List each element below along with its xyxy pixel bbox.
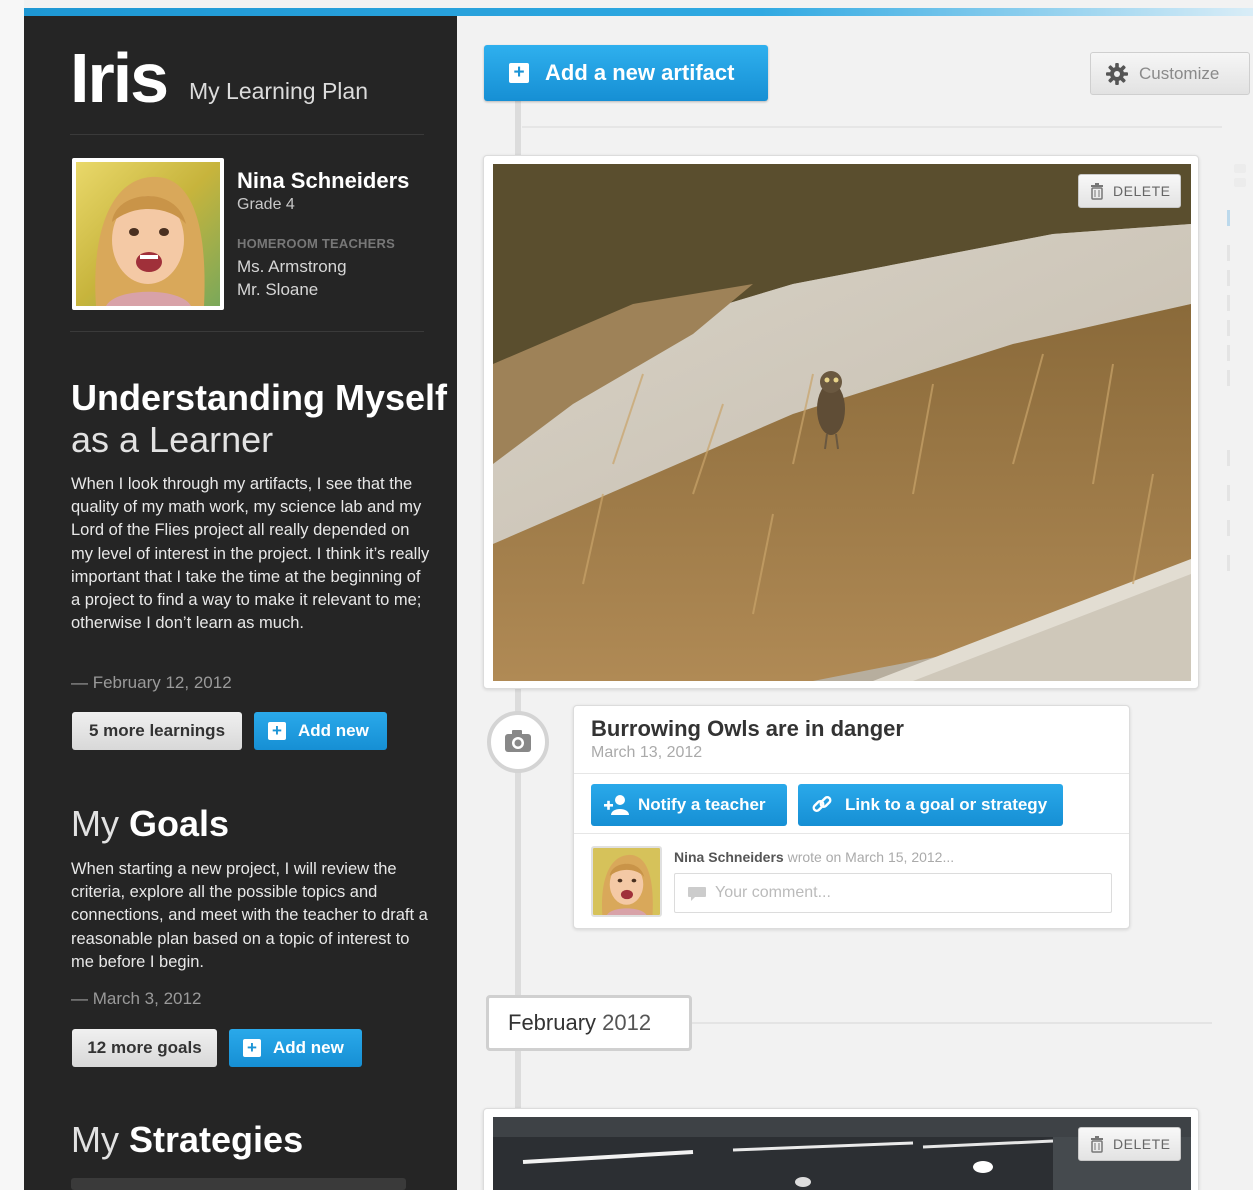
right-filter-column (1222, 150, 1253, 600)
artifact-date: March 13, 2012 (591, 744, 703, 761)
comment-author: Nina Schneiders (674, 849, 784, 865)
student-grade: Grade 4 (237, 196, 295, 213)
customize-button[interactable]: Customize (1090, 52, 1250, 95)
learner-heading-light: as a Learner (71, 419, 274, 460)
filter-tick (1227, 270, 1230, 286)
plus-icon: + (243, 1039, 261, 1057)
divider (574, 773, 1129, 774)
artifact-photo[interactable] (493, 164, 1191, 681)
plus-icon: + (268, 722, 286, 740)
divider (70, 134, 424, 135)
strategies-heading-light: My (71, 1119, 119, 1160)
delete-label: DELETE (1113, 1136, 1171, 1152)
learner-date: — February 12, 2012 (71, 673, 232, 692)
speech-bubble-icon (688, 887, 706, 901)
comment-meta: Nina Schneiders wrote on March 15, 2012.… (674, 849, 954, 865)
divider (70, 331, 424, 332)
filter-tick (1227, 320, 1230, 336)
filter-tick (1227, 485, 1230, 501)
divider (574, 833, 1129, 834)
goals-heading-light: My (71, 803, 119, 844)
separator (522, 126, 1222, 128)
comment-input[interactable]: Your comment... (674, 873, 1112, 913)
month-label: February 2012 (486, 995, 692, 1051)
learner-text: When I look through my artifacts, I see … (71, 475, 430, 633)
strategies-heading: My Strategies (71, 1119, 303, 1161)
add-learning-button[interactable]: + Add new (254, 712, 387, 750)
filter-tick (1227, 345, 1230, 361)
student-photo (76, 162, 220, 306)
camera-badge (487, 711, 549, 773)
learner-heading-bold: Understanding Myself (71, 377, 448, 418)
notify-teacher-label: Notify a teacher (638, 795, 766, 814)
add-artifact-button[interactable]: + Add a new artifact (484, 45, 768, 101)
add-user-icon (604, 795, 629, 815)
plus-icon: + (509, 63, 529, 83)
goals-heading-bold: Goals (129, 803, 230, 844)
page: Iris My Learning Plan Nina Schneiders Gr… (0, 0, 1253, 1190)
customize-label: Customize (1139, 64, 1220, 83)
comment-placeholder: Your comment... (715, 884, 831, 901)
goals-date: — March 3, 2012 (71, 989, 202, 1008)
month-line (692, 1022, 1212, 1024)
more-learnings-button[interactable]: 5 more learnings (72, 712, 242, 750)
owl-photo (493, 164, 1191, 681)
delete-label: DELETE (1113, 183, 1171, 199)
trash-icon (1091, 183, 1103, 200)
filter-text (1234, 178, 1246, 187)
app-title: Iris (70, 39, 169, 117)
teachers-label: HOMEROOM TEACHERS (237, 236, 395, 251)
filter-tick (1227, 295, 1230, 311)
add-goal-button[interactable]: + Add new (229, 1029, 362, 1067)
student-name: Nina Schneiders (237, 168, 410, 193)
goals-heading: My Goals (71, 803, 229, 845)
sidebar: Iris My Learning Plan Nina Schneiders Gr… (24, 16, 457, 1190)
trash-icon (1091, 1136, 1103, 1153)
student-avatar[interactable] (72, 158, 224, 310)
camera-icon (505, 730, 531, 752)
artifact-title: Burrowing Owls are in danger (591, 716, 904, 741)
teacher-name: Mr. Sloane (237, 280, 319, 299)
left-margin (0, 0, 24, 1190)
filter-text (1234, 164, 1246, 173)
filter-tick (1227, 520, 1230, 536)
month-year: 2012 (602, 1010, 652, 1035)
link-goal-label: Link to a goal or strategy (845, 795, 1048, 814)
commenter-photo (593, 848, 660, 915)
comment-avatar (591, 846, 662, 917)
gear-icon (1106, 63, 1128, 85)
top-accent-bar (24, 8, 1253, 16)
link-goal-button[interactable]: Link to a goal or strategy (798, 784, 1063, 826)
delete-artifact-button[interactable]: DELETE (1078, 1127, 1182, 1161)
strategies-heading-bold: Strategies (129, 1119, 304, 1160)
app-subtitle: My Learning Plan (189, 78, 368, 104)
artifact-details: Burrowing Owls are in danger March 13, 2… (573, 705, 1130, 929)
more-goals-button[interactable]: 12 more goals (72, 1029, 217, 1067)
comment-timestamp: wrote on March 15, 2012... (787, 849, 955, 865)
add-learning-label: Add new (298, 721, 369, 740)
teacher-name: Ms. Armstrong (237, 257, 347, 276)
filter-tick (1227, 450, 1230, 466)
delete-artifact-button[interactable]: DELETE (1078, 174, 1182, 208)
strategies-preview (71, 1178, 406, 1190)
month-name: February (508, 1010, 597, 1035)
filter-tick (1227, 370, 1230, 386)
link-icon (812, 796, 832, 812)
notify-teacher-button[interactable]: Notify a teacher (591, 784, 787, 826)
filter-tick (1227, 210, 1230, 226)
filter-tick (1227, 555, 1230, 571)
add-artifact-label: Add a new artifact (545, 60, 735, 85)
goals-text: When starting a new project, I will revi… (71, 860, 428, 971)
add-goal-label: Add new (273, 1038, 344, 1057)
filter-tick (1227, 245, 1230, 261)
learner-heading: Understanding Myself as a Learner (71, 377, 451, 461)
